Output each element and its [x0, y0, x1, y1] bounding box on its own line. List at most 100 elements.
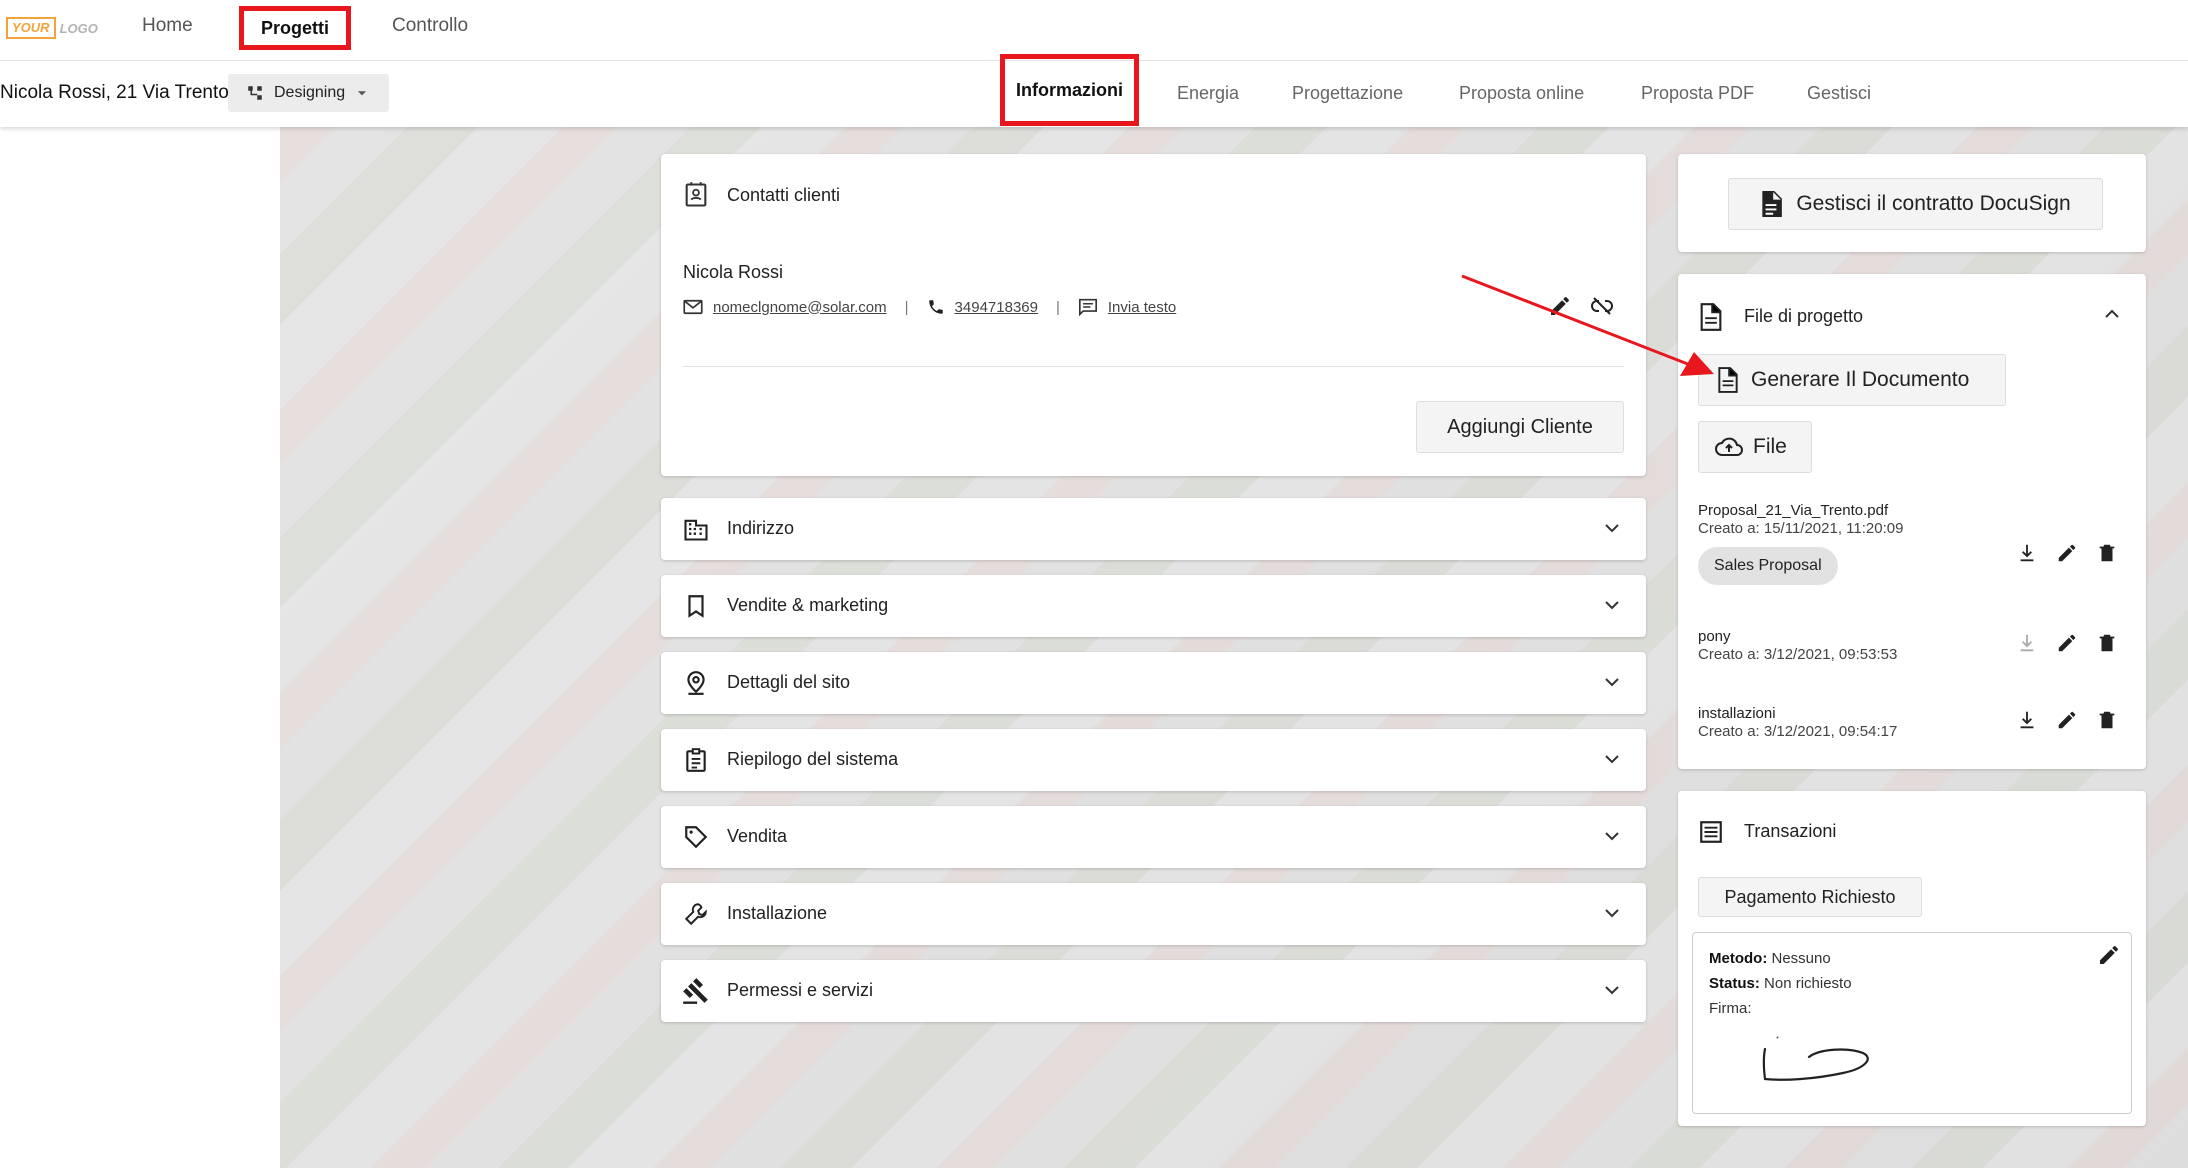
edit-pencil-icon[interactable] — [2097, 943, 2121, 967]
accordion-dettagli-sito[interactable]: Dettagli del sito — [661, 652, 1646, 714]
transaction-details: Metodo: Nessuno Status: Non richiesto Fi… — [1692, 932, 2132, 1114]
bookmark-icon — [681, 591, 711, 621]
accordion-installazione[interactable]: Installazione — [661, 883, 1646, 945]
accordion-indirizzo[interactable]: Indirizzo — [661, 498, 1646, 560]
red-arrow-annotation — [1461, 274, 1714, 376]
chevron-down-icon — [1600, 670, 1624, 694]
project-title: Nicola Rossi, 21 Via Trento — [0, 82, 229, 103]
status-label: Status: — [1709, 975, 1760, 992]
accordion-label: Dettagli del sito — [727, 672, 851, 692]
signature-image — [1762, 1036, 1869, 1081]
gavel-icon — [681, 976, 711, 1006]
file-actions — [2016, 542, 2118, 564]
manage-docusign-button[interactable]: Gestisci il contratto DocuSign — [1728, 178, 2103, 230]
logo-text: LOGO — [59, 20, 98, 36]
payment-method: Metodo: Nessuno — [1709, 950, 1831, 967]
client-phone-link[interactable]: 3494718369 — [955, 299, 1038, 316]
client-email-link[interactable]: nomeclgnome@solar.com — [713, 299, 887, 316]
accordion-riepilogo-sistema[interactable]: Riepilogo del sistema — [661, 729, 1646, 791]
clipboard-icon — [681, 745, 711, 775]
location-pin-icon — [681, 668, 711, 698]
nav-home[interactable]: Home — [142, 15, 193, 37]
edit-pencil-icon[interactable] — [2056, 632, 2078, 654]
mail-icon — [683, 299, 703, 315]
file-actions — [2016, 709, 2118, 731]
accordion-permessi-servizi[interactable]: Permessi e servizi — [661, 960, 1646, 1022]
accordion-label: Vendite & marketing — [727, 595, 889, 615]
transactions-card: Transazioni Pagamento Richiesto Metodo: … — [1678, 791, 2146, 1126]
file-actions — [2016, 632, 2118, 654]
download-icon[interactable] — [2016, 632, 2038, 654]
client-name: Nicola Rossi — [683, 262, 784, 282]
logo-your: YOUR — [6, 17, 56, 39]
project-files-card: File di progetto Generare Il Documento F… — [1678, 274, 2146, 769]
trash-icon[interactable] — [2096, 709, 2118, 731]
docusign-label: Gestisci il contratto DocuSign — [1796, 192, 2071, 215]
payment-requested-button[interactable]: Pagamento Richiesto — [1698, 877, 1922, 917]
tab-informazioni[interactable]: Informazioni — [1000, 54, 1139, 126]
tab-proposta-online[interactable]: Proposta online — [1459, 83, 1584, 104]
trash-icon[interactable] — [2096, 542, 2118, 564]
project-header: Nicola Rossi, 21 Via Trento Designing In… — [0, 54, 2188, 127]
chevron-down-icon — [1600, 978, 1624, 1002]
building-icon — [681, 514, 711, 544]
accordion-label: Indirizzo — [727, 518, 795, 538]
edit-pencil-icon[interactable] — [2056, 709, 2078, 731]
accordion-label: Vendita — [727, 826, 788, 846]
project-status-dropdown[interactable]: Designing — [228, 74, 389, 112]
accordion-vendita[interactable]: Vendita — [661, 806, 1646, 868]
phone-icon — [927, 298, 945, 316]
chevron-down-icon — [1600, 901, 1624, 925]
trash-icon[interactable] — [2096, 632, 2118, 654]
caret-down-icon — [355, 86, 369, 100]
client-contact-row: nomeclgnome@solar.com | 3494718369 | Inv… — [683, 298, 1176, 316]
docusign-card: Gestisci il contratto DocuSign — [1678, 154, 2146, 252]
accordion-label: Permessi e servizi — [727, 980, 874, 1000]
chevron-up-icon[interactable] — [2100, 302, 2124, 326]
upload-label: File — [1753, 435, 1787, 458]
chevron-down-icon — [1600, 824, 1624, 848]
nav-controllo[interactable]: Controllo — [392, 15, 468, 37]
file-name[interactable]: Proposal_21_Via_Trento.pdf — [1698, 502, 2118, 519]
list-icon — [1696, 817, 1726, 847]
top-navigation: YOUR LOGO Home Progetti Controllo — [0, 0, 2188, 61]
tab-energia[interactable]: Energia — [1177, 83, 1239, 104]
accordion-vendite-marketing[interactable]: Vendite & marketing — [661, 575, 1646, 637]
download-icon[interactable] — [2016, 709, 2038, 731]
method-value: Nessuno — [1771, 950, 1831, 967]
upload-file-button[interactable]: File — [1698, 421, 1812, 473]
nav-progetti[interactable]: Progetti — [239, 6, 351, 50]
file-tag-badge: Sales Proposal — [1698, 547, 1838, 585]
accordion-label: Installazione — [727, 903, 828, 923]
contact-card-icon — [681, 180, 711, 210]
tag-icon — [681, 822, 711, 852]
file-item: pony Creato a: 3/12/2021, 09:53:53 — [1698, 628, 2118, 663]
tab-proposta-pdf[interactable]: Proposta PDF — [1641, 83, 1754, 104]
cloud-upload-icon — [1715, 436, 1743, 458]
flow-chart-icon — [246, 84, 264, 102]
payment-status: Status: Non richiesto — [1709, 975, 1852, 992]
wrench-icon — [681, 899, 711, 929]
files-title: File di progetto — [1744, 306, 1864, 326]
status-value: Non richiesto — [1764, 975, 1852, 992]
chevron-down-icon — [1600, 516, 1624, 540]
send-text-link[interactable]: Invia testo — [1108, 299, 1176, 316]
accordion-label: Riepilogo del sistema — [727, 749, 899, 769]
generate-document-button[interactable]: Generare Il Documento — [1698, 354, 2006, 406]
tab-gestisci[interactable]: Gestisci — [1807, 83, 1871, 104]
edit-pencil-icon[interactable] — [2056, 542, 2078, 564]
company-logo[interactable]: YOUR LOGO — [6, 17, 98, 39]
add-client-button[interactable]: Aggiungi Cliente — [1416, 401, 1624, 453]
file-item: installazioni Creato a: 3/12/2021, 09:54… — [1698, 705, 2118, 740]
download-icon[interactable] — [2016, 542, 2038, 564]
file-item: Proposal_21_Via_Trento.pdf Creato a: 15/… — [1698, 502, 2118, 585]
separator: | — [904, 298, 909, 316]
document-icon — [1760, 191, 1783, 217]
signature-label: Firma: — [1709, 1000, 1752, 1017]
tab-progettazione[interactable]: Progettazione — [1292, 83, 1403, 104]
transactions-title: Transazioni — [1744, 821, 1837, 841]
contacts-title: Contatti clienti — [727, 185, 841, 205]
chevron-down-icon — [1600, 747, 1624, 771]
chevron-down-icon — [1600, 593, 1624, 617]
file-outline-icon — [1717, 367, 1739, 393]
